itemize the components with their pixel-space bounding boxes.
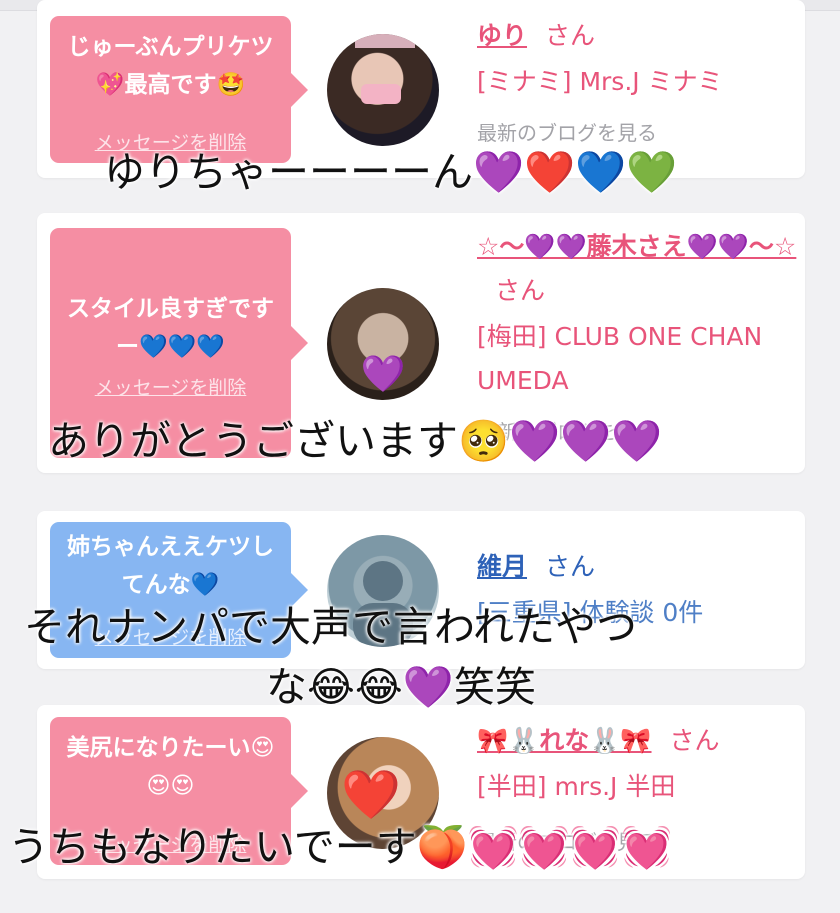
sender-name-link[interactable]: ☆〜💜💜藤木さえ💜💜〜☆ <box>477 232 796 261</box>
avatar[interactable]: 💜 <box>327 288 439 400</box>
honorific: さん <box>669 726 720 755</box>
message-text: じゅーぶんプリケツ💖最高です🤩 <box>67 34 274 98</box>
sender-name-line: 🎀🐰れな🐰🎀 さん <box>477 719 797 763</box>
sender-name-line: ゆり さん <box>477 14 797 58</box>
caption-overlay: うちもなりたいでーす🍑💓💓💓💓 <box>8 823 673 871</box>
avatar[interactable] <box>327 34 439 146</box>
message-bubble: じゅーぶんプリケツ💖最高です🤩 メッセージを削除 <box>50 16 291 163</box>
caption-overlay: な😂😂💜笑笑 <box>266 663 536 711</box>
avatar-photo <box>355 34 415 104</box>
sender-name-line: 維月 さん <box>477 545 797 589</box>
sender-info: ゆり さん [ミナミ] Mrs.J ミナミ 最新のブログを見る <box>477 14 797 148</box>
message-text: スタイル良すぎですー💙💙💙 <box>67 296 274 360</box>
sender-name-link[interactable]: 維月 <box>477 552 527 581</box>
latest-blog-link[interactable]: 最新のブログを見る <box>477 118 797 148</box>
avatar-photo: 💜 <box>361 354 406 395</box>
sender-name-link[interactable]: ゆり <box>477 21 527 50</box>
message-text: 美尻になりたーい😍😍😍 <box>66 735 275 799</box>
delete-message-link[interactable]: メッセージを削除 <box>50 376 291 400</box>
honorific: さん <box>545 552 596 581</box>
shop-name[interactable]: [半田] mrs.J 半田 <box>477 765 797 809</box>
message-text: 姉ちゃんええケツしてんな💙 <box>67 534 274 598</box>
sender-name-link[interactable]: 🎀🐰れな🐰🎀 <box>477 726 652 755</box>
caption-overlay: ゆりちゃーーーーん💜❤️💙💚 <box>104 148 678 196</box>
honorific: さん <box>545 21 596 50</box>
sender-info: ☆〜💜💜藤木さえ💜💜〜☆さん [梅田] CLUB ONE CHAN UMEDA … <box>477 225 797 447</box>
caption-overlay: それナンパで大声で言われたやつ <box>24 603 637 651</box>
svg-text:💜: 💜 <box>361 354 406 395</box>
svg-text:❤️: ❤️ <box>341 767 401 823</box>
shop-name[interactable]: [ミナミ] Mrs.J ミナミ <box>477 60 797 104</box>
sender-name-line: ☆〜💜💜藤木さえ💜💜〜☆ さん <box>477 225 797 313</box>
caption-overlay: ありがとうございます🥺💜💜💜 <box>48 417 663 465</box>
honorific: さん <box>495 276 546 305</box>
shop-name[interactable]: [梅田] CLUB ONE CHAN UMEDA <box>477 315 797 403</box>
